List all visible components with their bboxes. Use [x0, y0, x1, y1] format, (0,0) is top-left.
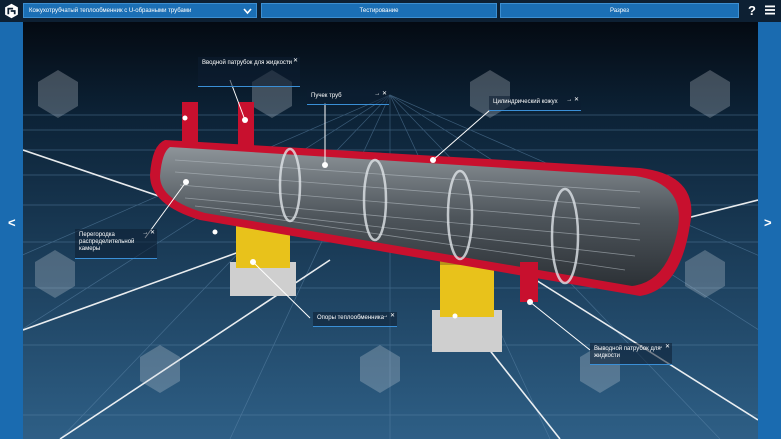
label-controls[interactable]: → ✕	[382, 313, 395, 320]
label-text: Перегородка распределительной камеры	[79, 232, 135, 252]
label-controls[interactable]: → ✕	[566, 97, 579, 104]
label-controls[interactable]: → ✕	[374, 91, 387, 98]
label-controls[interactable]: → ✕	[657, 344, 670, 351]
label-controls[interactable]: → ✕	[285, 58, 298, 65]
model-select[interactable]: Кожухотрубчатый теплообменник с U-образн…	[23, 3, 257, 18]
next-panel[interactable]	[758, 22, 781, 439]
tab-testing[interactable]: Тестирование	[261, 3, 497, 18]
label-text: Опоры теплообменника	[317, 315, 384, 321]
tab-section[interactable]: Разрез	[500, 3, 739, 18]
help-button[interactable]: ?	[746, 3, 758, 18]
label-text: Выводной патрубок для жидкости	[594, 346, 661, 359]
prev-arrow-button[interactable]: <	[8, 215, 16, 230]
menu-icon[interactable]	[764, 4, 776, 16]
model-select-value: Кожухотрубчатый теплообменник с U-образн…	[29, 8, 192, 14]
app-logo-icon[interactable]	[3, 3, 20, 19]
next-arrow-button[interactable]: >	[764, 215, 772, 230]
label-cylindrical-shell[interactable]: Цилиндрический кожух → ✕	[489, 96, 581, 111]
top-bar: Кожухотрубчатый теплообменник с U-образн…	[0, 0, 781, 22]
label-supports[interactable]: Опоры теплообменника → ✕	[313, 312, 397, 327]
3d-viewport[interactable]: Вводной патрубок для жидкости → ✕ Пучек …	[23, 22, 758, 439]
label-tube-bundle[interactable]: Пучек труб → ✕	[307, 90, 389, 105]
label-distribution-chamber-partition[interactable]: Перегородка распределительной камеры → ✕	[75, 229, 157, 259]
label-text: Цилиндрический кожух	[493, 99, 558, 105]
label-outlet-nozzle[interactable]: Выводной патрубок для жидкости → ✕	[590, 343, 672, 365]
prev-panel[interactable]	[0, 22, 23, 439]
label-text: Пучек труб	[311, 93, 342, 99]
label-text: Вводной патрубок для жидкости	[202, 60, 293, 66]
label-controls[interactable]: → ✕	[142, 230, 155, 237]
chevron-down-icon	[243, 8, 252, 15]
label-inlet-nozzle[interactable]: Вводной патрубок для жидкости → ✕	[198, 57, 300, 87]
